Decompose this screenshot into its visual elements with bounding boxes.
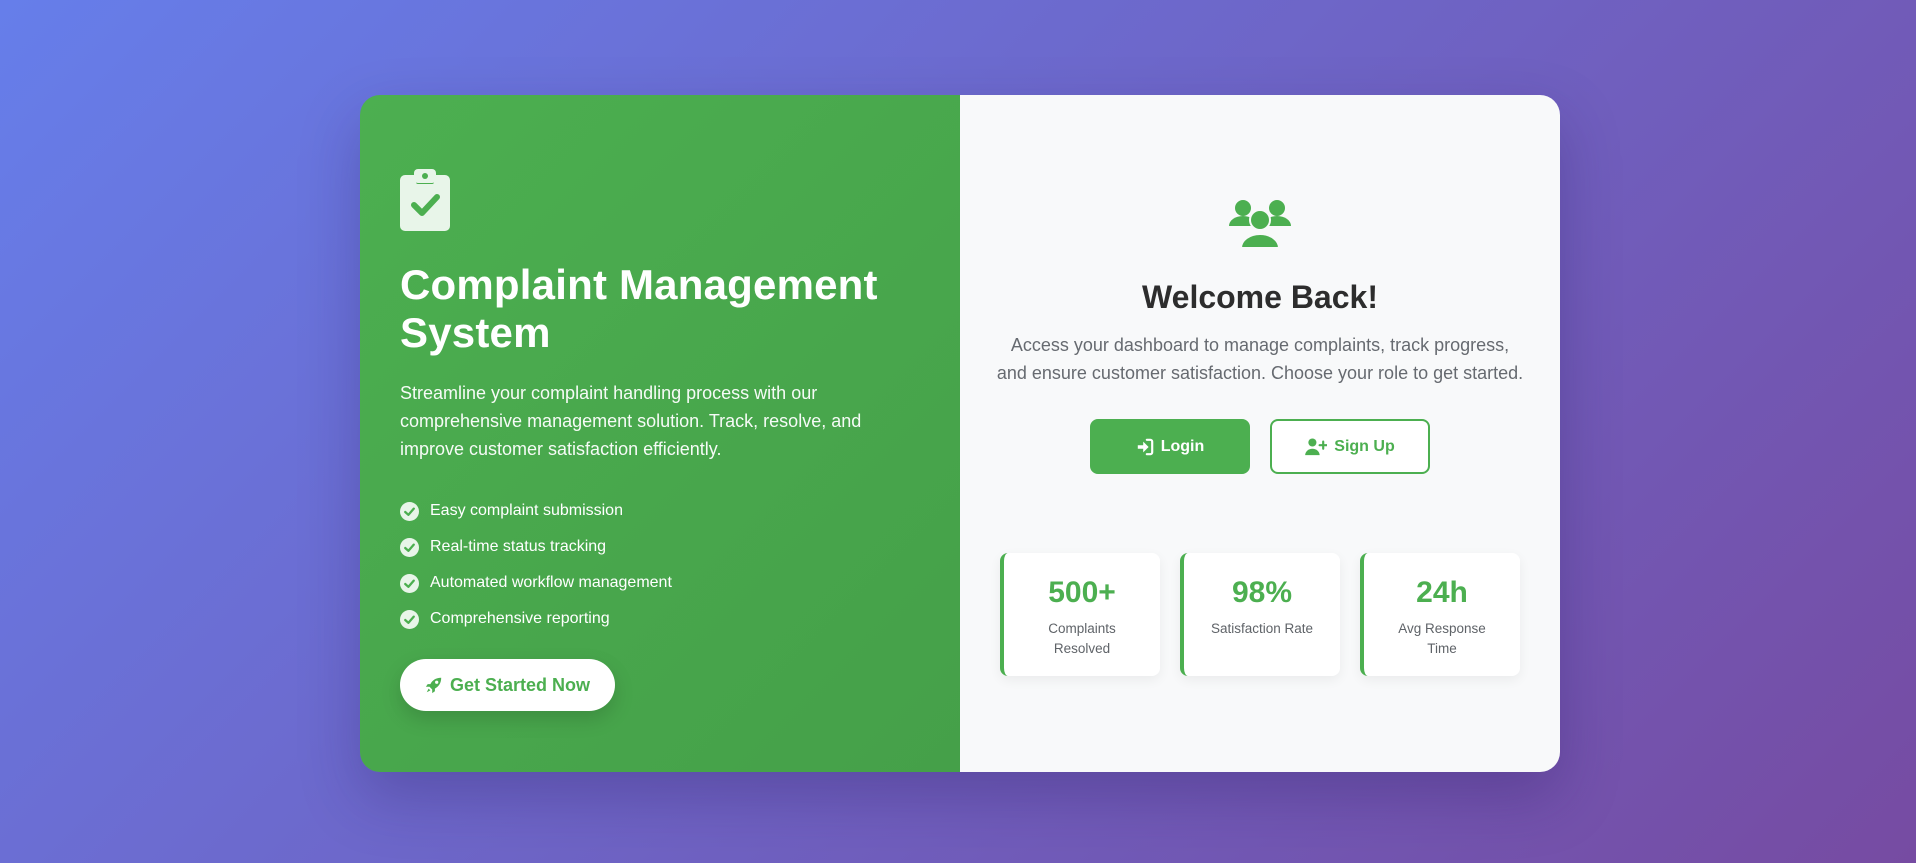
feature-label: Easy complaint submission xyxy=(430,502,623,519)
feature-label: Automated workflow management xyxy=(430,574,672,591)
feature-label: Comprehensive reporting xyxy=(430,610,610,627)
check-circle-icon xyxy=(400,537,419,557)
sign-in-icon xyxy=(1137,438,1153,455)
welcome-heading: Welcome Back! xyxy=(1142,279,1378,315)
stat-card-satisfaction: 98% Satisfaction Rate xyxy=(1180,553,1340,676)
stat-value: 500+ xyxy=(1048,576,1116,609)
signup-label: Sign Up xyxy=(1334,437,1395,455)
app-title: Complaint Management System xyxy=(400,261,878,356)
hero-panel: Complaint Management System Streamline y… xyxy=(360,95,960,772)
stats-row: 500+ Complaints Resolved 98% Satisfactio… xyxy=(1000,553,1520,676)
check-circle-icon xyxy=(400,573,419,593)
welcome-subtext: Access your dashboard to manage complain… xyxy=(996,335,1524,383)
check-circle-icon xyxy=(400,609,419,629)
stat-value: 24h xyxy=(1416,576,1468,609)
feature-item: Comprehensive reporting xyxy=(400,601,920,637)
get-started-button[interactable]: Get Started Now xyxy=(400,659,615,711)
feature-item: Automated workflow management xyxy=(400,565,920,601)
app-description: Streamline your complaint handling proce… xyxy=(400,383,862,459)
feature-item: Real-time status tracking xyxy=(400,529,920,565)
stat-card-complaints: 500+ Complaints Resolved xyxy=(1000,553,1160,676)
stat-label: Satisfaction Rate xyxy=(1210,621,1314,636)
feature-list: Easy complaint submission Real-time stat… xyxy=(400,493,920,637)
users-icon xyxy=(1229,200,1291,248)
welcome-panel: Welcome Back! Access your dashboard to m… xyxy=(960,95,1560,772)
feature-item: Easy complaint submission xyxy=(400,493,920,529)
rocket-icon xyxy=(425,677,442,694)
stat-value: 98% xyxy=(1231,576,1293,609)
feature-label: Real-time status tracking xyxy=(430,538,607,555)
check-circle-icon xyxy=(400,501,419,521)
login-button[interactable]: Login xyxy=(1090,419,1250,474)
clipboard-check-icon xyxy=(400,169,450,231)
signup-button[interactable]: Sign Up xyxy=(1270,419,1430,474)
get-started-label: Get Started Now xyxy=(449,674,591,695)
stat-label: Complaints Resolved xyxy=(1048,621,1116,656)
user-plus-icon xyxy=(1305,437,1328,455)
login-label: Login xyxy=(1160,437,1205,455)
stat-card-response: 24h Avg Response Time xyxy=(1360,553,1520,676)
stat-label: Avg Response Time xyxy=(1398,621,1486,656)
auth-card: Complaint Management System Streamline y… xyxy=(360,95,1560,772)
